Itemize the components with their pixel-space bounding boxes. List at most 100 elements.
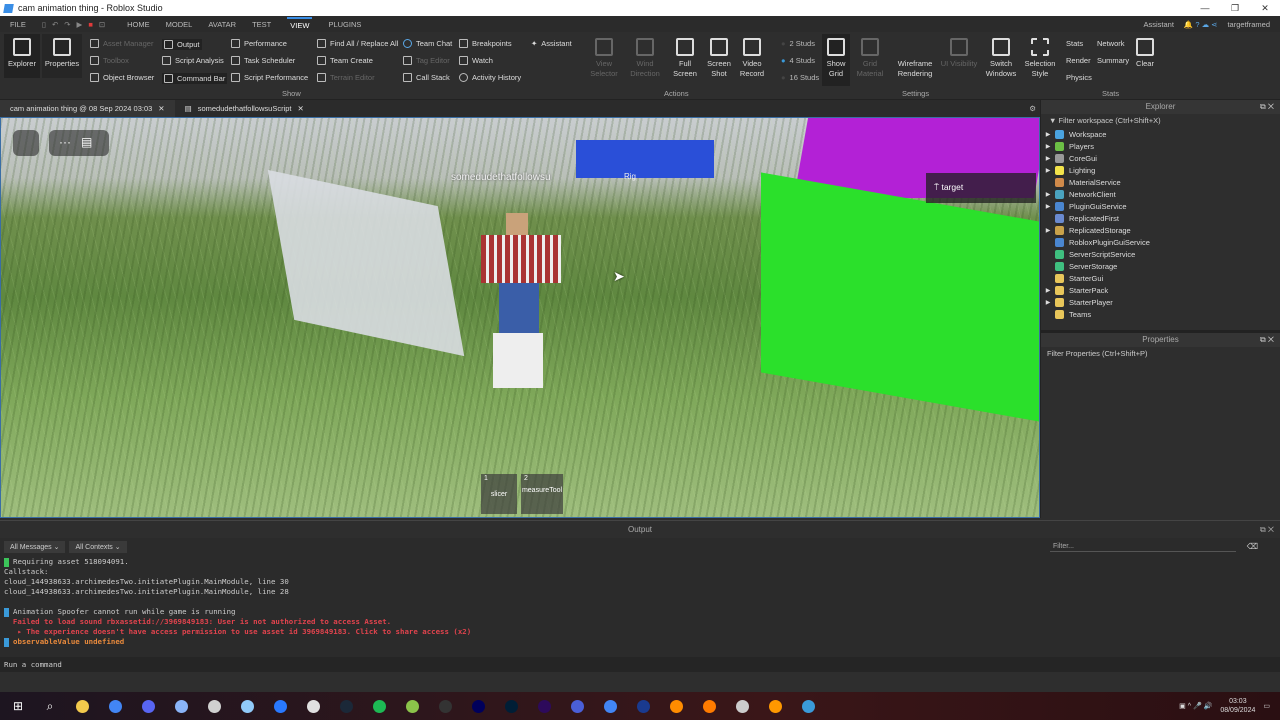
studs-16-radio[interactable]: ● 16 Studs xyxy=(781,73,819,82)
tab-script[interactable]: ▤ somedudethatfollowsuScript ✕ xyxy=(175,100,314,117)
explorer-item-networkclient[interactable]: ▶ NetworkClient xyxy=(1041,188,1280,200)
ui-visibility-button[interactable]: UI Visibility xyxy=(940,34,978,69)
screenshot-button[interactable]: Screen Shot xyxy=(704,34,734,79)
assistant-button[interactable]: Assistant xyxy=(1143,20,1173,29)
taskbar-app-icon[interactable] xyxy=(435,696,455,716)
studs-4-radio[interactable]: ● 4 Studs xyxy=(781,56,815,65)
explorer-item-pluginguiservice[interactable]: ▶ PluginGuiService xyxy=(1041,200,1280,212)
expand-arrow-icon[interactable]: ▶ xyxy=(1041,131,1055,138)
expand-arrow-icon[interactable]: ▶ xyxy=(1041,167,1055,174)
close-panel-icon[interactable]: ⧉ ✕ xyxy=(1260,521,1274,538)
view-selector-button[interactable]: View Selector xyxy=(588,34,620,79)
explorer-item-teams[interactable]: Teams xyxy=(1041,308,1280,320)
taskbar-app-icon[interactable] xyxy=(171,696,191,716)
script-performance-button[interactable]: Script Performance xyxy=(231,73,308,82)
studs-2-radio[interactable]: ● 2 Studs xyxy=(781,39,815,48)
explorer-button[interactable]: Explorer xyxy=(4,34,40,78)
player-character[interactable] xyxy=(471,213,566,393)
hotbar-slot-1[interactable]: 1 slicer xyxy=(481,474,517,514)
explorer-item-materialservice[interactable]: MaterialService xyxy=(1041,176,1280,188)
notifications-icon[interactable]: ▭ xyxy=(1263,702,1270,710)
expand-arrow-icon[interactable]: ▶ xyxy=(1041,299,1055,306)
explorer-item-workspace[interactable]: ▶ Workspace xyxy=(1041,128,1280,140)
taskbar-app-icon[interactable] xyxy=(633,696,653,716)
watch-button[interactable]: Watch xyxy=(459,56,493,65)
assistant-ribbon-button[interactable]: ✦ Assistant xyxy=(531,39,572,48)
close-tab-icon[interactable]: ✕ xyxy=(158,104,164,113)
menu-test[interactable]: TEST xyxy=(252,20,271,29)
expand-arrow-icon[interactable]: ▶ xyxy=(1041,203,1055,210)
close-button[interactable]: ✕ xyxy=(1250,0,1280,16)
activity-history-button[interactable]: Activity History xyxy=(459,73,521,82)
expand-arrow-icon[interactable]: ▶ xyxy=(1041,191,1055,198)
expand-arrow-icon[interactable]: ▶ xyxy=(1041,143,1055,150)
call-stack-button[interactable]: Call Stack xyxy=(403,73,450,82)
taskbar-app-icon[interactable] xyxy=(534,696,554,716)
physics-button[interactable]: Physics xyxy=(1066,73,1092,82)
toolbox-button[interactable]: Toolbox xyxy=(90,56,129,65)
minimize-button[interactable]: — xyxy=(1190,0,1220,16)
explorer-item-players[interactable]: ▶ Players xyxy=(1041,140,1280,152)
explorer-item-starterpack[interactable]: ▶ StarterPack xyxy=(1041,284,1280,296)
breakpoints-button[interactable]: Breakpoints xyxy=(459,39,512,48)
clear-output-icon[interactable]: ⌫ xyxy=(1247,542,1258,551)
search-icon[interactable]: ⌕ xyxy=(40,696,60,716)
show-grid-button[interactable]: Show Grid xyxy=(822,34,850,86)
clock-date[interactable]: 08/09/2024 xyxy=(1220,706,1255,715)
more-chat-buttons[interactable]: ··· ▤ xyxy=(49,130,109,156)
explorer-item-replicatedfirst[interactable]: ReplicatedFirst xyxy=(1041,212,1280,224)
settings-gear-icon[interactable]: ⚙ xyxy=(1029,104,1036,113)
wind-direction-button[interactable]: Wind Direction xyxy=(628,34,662,79)
taskbar-app-icon[interactable] xyxy=(204,696,224,716)
object-browser-button[interactable]: Object Browser xyxy=(90,73,154,82)
script-analysis-button[interactable]: Script Analysis xyxy=(162,56,224,65)
taskbar-app-icon[interactable] xyxy=(237,696,257,716)
tray-icons[interactable]: ▣ ^ 🎤 🔊 xyxy=(1179,702,1212,710)
taskbar-app-icon[interactable] xyxy=(468,696,488,716)
explorer-item-serverstorage[interactable]: ServerStorage xyxy=(1041,260,1280,272)
taskbar-app-icon[interactable] xyxy=(699,696,719,716)
taskbar-app-icon[interactable] xyxy=(138,696,158,716)
taskbar-app-icon[interactable] xyxy=(567,696,587,716)
selection-style-button[interactable]: Selection Style xyxy=(1022,34,1058,79)
taskbar-app-icon[interactable] xyxy=(501,696,521,716)
performance-button[interactable]: Performance xyxy=(231,39,287,48)
find-replace-button[interactable]: Find All / Replace All xyxy=(317,39,398,48)
wireframe-rendering-button[interactable]: Wireframe Rendering xyxy=(892,34,938,79)
terrain-editor-button[interactable]: Terrain Editor xyxy=(317,73,375,82)
tag-editor-button[interactable]: Tag Editor xyxy=(403,56,450,65)
explorer-item-replicatedstorage[interactable]: ▶ ReplicatedStorage xyxy=(1041,224,1280,236)
output-button[interactable]: Output xyxy=(162,39,202,50)
explorer-item-robloxpluginguiservice[interactable]: RobloxPluginGuiService xyxy=(1041,236,1280,248)
3d-viewport[interactable]: ··· ▤ somedudethatfollowsu Rig ⍑ target … xyxy=(0,117,1040,518)
output-filter-input[interactable]: Filter... xyxy=(1050,541,1236,552)
close-panel-icon[interactable]: ⧉ ✕ xyxy=(1260,100,1274,114)
asset-manager-button[interactable]: Asset Manager xyxy=(90,39,153,48)
taskbar-app-icon[interactable] xyxy=(336,696,356,716)
properties-filter-input[interactable]: Filter Properties (Ctrl+Shift+P) xyxy=(1041,347,1280,361)
menu-home[interactable]: HOME xyxy=(127,20,150,29)
team-chat-button[interactable]: Team Chat xyxy=(403,39,452,48)
maximize-button[interactable]: ❐ xyxy=(1220,0,1250,16)
stats-button[interactable]: Stats xyxy=(1066,39,1083,48)
menu-model[interactable]: MODEL xyxy=(166,20,193,29)
menu-plugins[interactable]: PLUGINS xyxy=(328,20,361,29)
explorer-filter-input[interactable]: ▼ Filter workspace (Ctrl+Shift+X) xyxy=(1041,114,1280,128)
full-screen-button[interactable]: Full Screen xyxy=(670,34,700,79)
close-tab-icon[interactable]: ✕ xyxy=(298,104,304,113)
grid-material-button[interactable]: Grid Material xyxy=(854,34,886,79)
quick-access-icons[interactable]: ▯↶↷▶■⊡ xyxy=(42,20,111,29)
taskbar-app-icon[interactable] xyxy=(105,696,125,716)
messages-filter-dropdown[interactable]: All Messages ⌄ xyxy=(4,540,66,553)
start-icon[interactable]: ⊞ xyxy=(8,696,28,716)
taskbar-app-icon[interactable] xyxy=(72,696,92,716)
user-menu[interactable]: targetframed xyxy=(1227,20,1270,29)
clock-time[interactable]: 03:03 xyxy=(1220,697,1255,706)
expand-arrow-icon[interactable]: ▶ xyxy=(1041,155,1055,162)
expand-arrow-icon[interactable]: ▶ xyxy=(1041,227,1055,234)
menu-view[interactable]: VIEW xyxy=(287,16,313,32)
properties-button[interactable]: Properties xyxy=(42,34,82,78)
expand-arrow-icon[interactable]: ▶ xyxy=(1041,287,1055,294)
explorer-item-starterplayer[interactable]: ▶ StarterPlayer xyxy=(1041,296,1280,308)
render-button[interactable]: Render xyxy=(1066,56,1091,65)
